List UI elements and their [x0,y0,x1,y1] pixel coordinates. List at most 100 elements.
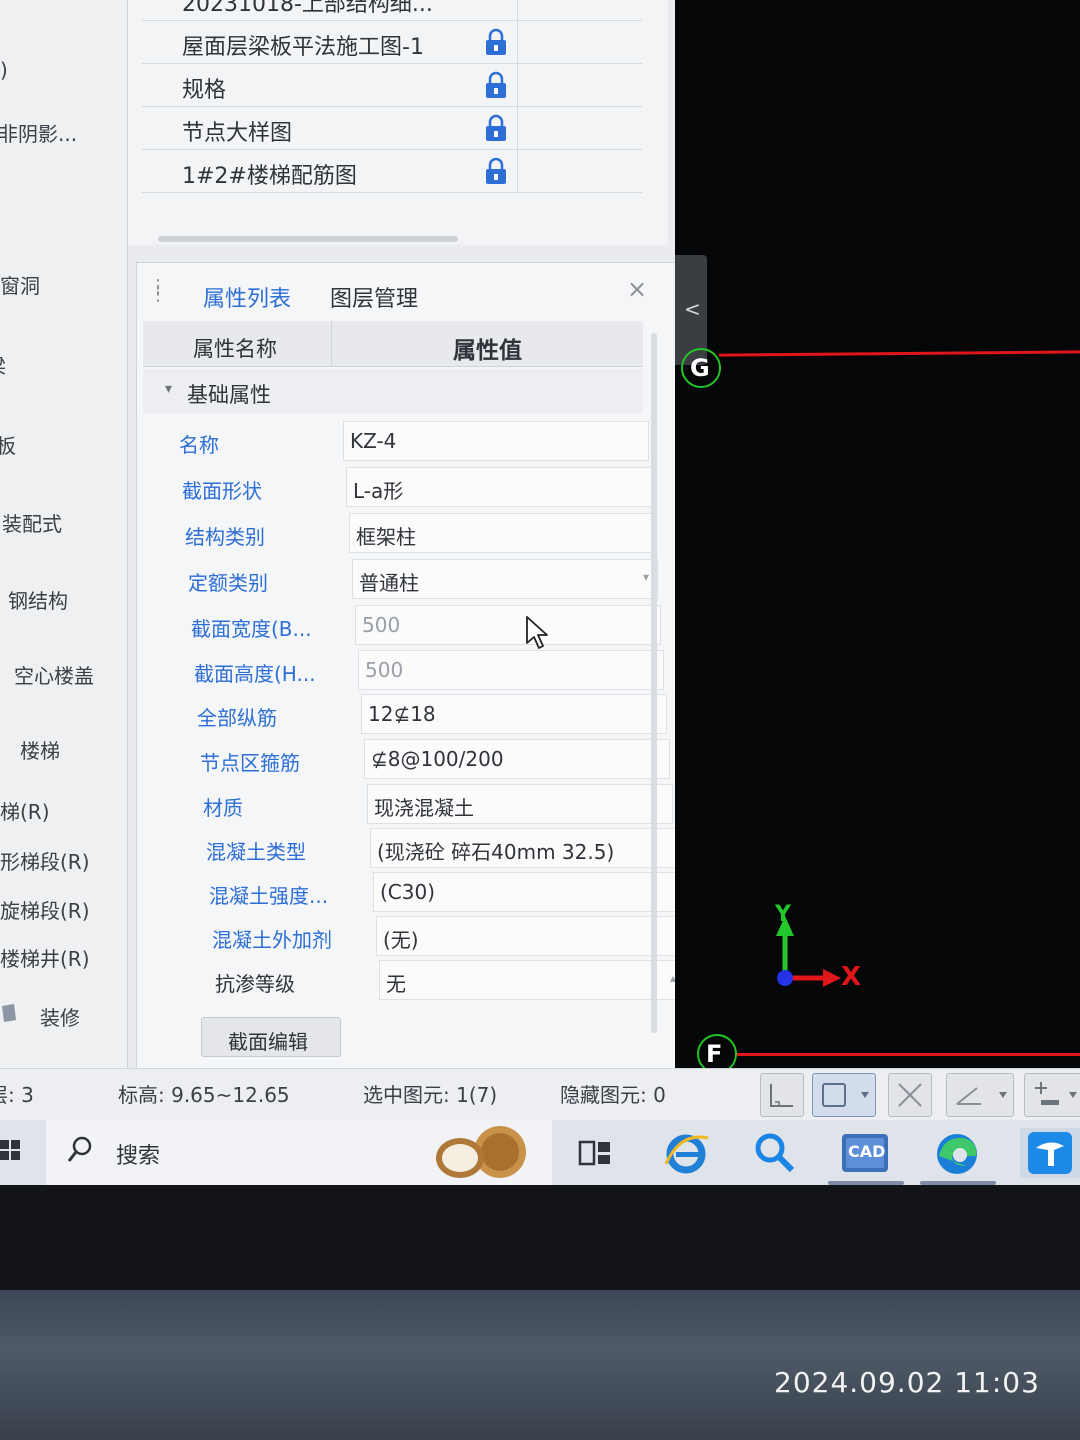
property-value-select[interactable]: 无 ▴ [379,960,685,1000]
property-value: (无) [383,928,419,952]
tree-item[interactable]: 钢结构 [8,585,68,614]
cad-viewer-icon[interactable]: CAD [838,1128,892,1178]
lock-icon[interactable] [482,156,510,186]
property-row: 截面宽度(B... 500 [191,603,671,647]
divider [517,150,518,193]
property-value-select[interactable]: 普通柱 ▾ [352,559,658,599]
property-value-field[interactable]: (无) [376,916,682,956]
tree-item[interactable]: 板 [0,430,16,459]
horizontal-scrollbar[interactable] [158,236,458,242]
tree-item[interactable]: 楼梯井(R) [0,943,90,972]
edge-browser-icon[interactable] [930,1128,984,1178]
property-value: ⊈8@100/200 [371,747,504,771]
property-row: 全部纵筋 12⊈18 [197,692,677,736]
tree-item[interactable]: 装配式 [2,508,62,537]
property-value: L-a形 [353,479,404,503]
property-name: 全部纵筋 [197,706,277,730]
property-row: 截面高度(H... 500 [194,648,674,692]
list-item[interactable]: 节点大样图 [142,107,642,150]
divider [331,321,332,367]
dimension-button[interactable] [1024,1073,1080,1117]
axis-bubble-g[interactable]: G [681,348,721,388]
chevron-down-icon[interactable]: ▾ [165,381,172,397]
cad-label: CAD [848,1142,886,1161]
property-name: 混凝土外加剂 [212,928,332,952]
property-value-field[interactable]: 500 [358,650,664,690]
lock-icon[interactable] [482,113,510,143]
property-value: KZ-4 [350,429,397,453]
tree-item[interactable]: 梁 [0,350,6,379]
vertical-scrollbar[interactable] [651,333,657,1033]
decoration-icon [0,1002,20,1024]
section-edit-button[interactable]: 截面编辑 [201,1017,341,1057]
property-panel: ⋮ ⋮ 属性列表 图层管理 × 属性名称 属性值 ▾ 基础属性 名称 KZ-4 截… [136,262,694,1070]
snap-mode-button[interactable] [812,1073,876,1117]
cad-viewport[interactable]: < G F Y X [675,0,1080,1074]
property-value: 12⊈18 [368,702,436,726]
screen: ) 非阴影... 窗洞 梁 板 装配式 钢结构 空心楼盖 楼梯 梯(R) 形梯段… [0,0,1080,1185]
tree-item[interactable]: 楼梯 [20,735,60,764]
windows-start-icon[interactable] [0,1128,46,1176]
list-item[interactable]: 1#2#楼梯配筋图 [142,150,642,193]
property-value-field[interactable]: KZ-4 [343,421,649,461]
property-value: (C30) [380,880,436,904]
divider [517,0,518,21]
property-value-field[interactable]: 12⊈18 [361,694,667,734]
photo-timestamp: 2024.09.02 11:03 [774,1366,1040,1399]
tree-item[interactable]: 形梯段(R) [0,846,90,875]
tree-item[interactable]: ) [0,58,8,82]
ie-browser-icon[interactable] [660,1128,714,1178]
status-bar: 层: 3 标高: 9.65~12.65 选中图元: 1(7) 隐藏图元: 0 [0,1068,1080,1120]
property-value: 无 [386,972,406,996]
property-name: 截面形状 [182,479,262,503]
axis-label: F [706,1040,723,1068]
ortho-mode-button[interactable] [760,1073,804,1117]
axis-line-g [718,350,1080,357]
task-view-icon[interactable] [570,1128,624,1178]
list-item[interactable]: 屋面层梁板平法施工图-1 [142,21,642,64]
property-name: 截面宽度(B... [191,617,312,641]
lock-icon[interactable] [482,27,510,57]
monitor-bezel [0,1185,1080,1300]
property-row: 材质 现浇混凝土 [203,782,683,826]
lock-icon[interactable] [482,70,510,100]
elevation-readout: 标高: 9.65~12.65 [118,1083,290,1107]
tree-item[interactable]: 旋梯段(R) [0,895,90,924]
tree-item[interactable]: 空心楼盖 [14,660,94,689]
property-value-field[interactable]: 现浇混凝土 [367,784,673,824]
list-item[interactable]: 20231018-上部结构细... [142,0,642,21]
property-value-field[interactable]: (C30) [373,872,679,912]
tree-item[interactable]: 窗洞 [0,270,40,299]
tab-layer-management[interactable]: 图层管理 [330,281,418,313]
property-value: 500 [362,613,401,637]
property-value-field[interactable]: L-a形 [346,467,652,507]
tree-item[interactable]: 梯(R) [0,796,50,825]
property-row: 抗渗等级 无 ▴ [215,958,695,1002]
search-tool-icon[interactable] [748,1128,802,1178]
cross-select-button[interactable] [888,1073,932,1117]
taskbar-search-box[interactable]: 搜索 [46,1120,552,1185]
tree-item[interactable]: 装修 [40,1002,80,1031]
property-value-field[interactable]: 框架柱 [349,513,655,553]
property-name: 名称 [179,433,219,457]
close-icon[interactable]: × [627,275,647,303]
group-row-basic[interactable]: ▾ 基础属性 [143,369,643,413]
list-item[interactable]: 规格 [142,64,642,107]
search-label: 搜索 [116,1144,161,1169]
section-edit-label: 截面编辑 [228,1030,308,1054]
axis-line-f [737,1053,1080,1056]
drag-handle-icon[interactable]: ⋮ ⋮ [149,278,167,309]
property-name: 定额类别 [188,571,268,595]
property-value-field[interactable]: 500 [355,605,661,645]
chevron-down-icon[interactable]: ▾ [643,570,649,584]
tab-property-list[interactable]: 属性列表 [203,281,291,313]
column-header-name: 属性名称 [193,337,277,361]
tree-item[interactable]: 非阴影... [0,118,77,147]
property-value-field[interactable]: (现浇砼 碎石40mm 32.5) [370,828,676,868]
glodon-app-icon[interactable] [1020,1128,1080,1178]
property-name: 截面高度(H... [194,662,316,686]
property-value-field[interactable]: ⊈8@100/200 [364,739,670,779]
angle-button[interactable] [946,1073,1014,1117]
drawing-name: 屋面层梁板平法施工图-1 [182,35,424,60]
property-name: 材质 [203,796,243,820]
